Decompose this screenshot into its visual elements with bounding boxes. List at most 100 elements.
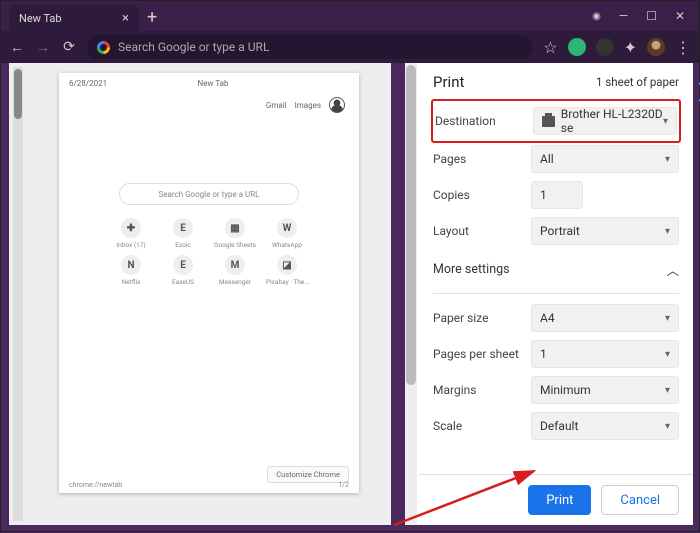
new-tab-button[interactable]: + — [147, 7, 157, 28]
pages-per-sheet-select[interactable]: 1 — [531, 340, 679, 368]
paper-size-label: Paper size — [433, 311, 531, 325]
shortcut-icon: W — [277, 218, 297, 238]
copies-input[interactable]: 1 — [531, 181, 583, 209]
divider — [433, 293, 679, 294]
pages-value: All — [540, 152, 554, 166]
main-area: 6/28/2021 New Tab Gmail Images Search Go… — [1, 63, 699, 531]
preview-footer-page: 1/2 — [338, 481, 349, 489]
shortcut-icon: E — [173, 218, 193, 238]
shortcut-label: Inbox (17) — [110, 241, 152, 249]
scale-value: Default — [540, 419, 578, 433]
extension-grammarly-icon[interactable] — [568, 38, 586, 56]
nav-forward-button: → — [35, 39, 51, 56]
shortcut-icon: N — [121, 255, 141, 275]
pages-per-sheet-label: Pages per sheet — [433, 347, 531, 361]
more-settings-toggle[interactable]: More settings ︿ — [433, 249, 679, 289]
layout-select[interactable]: Portrait — [531, 217, 679, 245]
browser-toolbar: ← → ⟳ Search Google or type a URL ☆ ✦ ⋮ — [1, 31, 699, 63]
preview-spacer — [319, 79, 349, 88]
margins-label: Margins — [433, 383, 531, 397]
preview-shortcut: EEaseUS — [162, 255, 204, 286]
destination-select[interactable]: Brother HL-L2320D se — [533, 107, 677, 135]
pages-select[interactable]: All — [531, 145, 679, 173]
shortcut-icon: ▦ — [225, 218, 245, 238]
window-controls: ◉ — ☐ ✕ — [592, 1, 699, 31]
copies-value: 1 — [540, 188, 547, 202]
preview-page: 6/28/2021 New Tab Gmail Images Search Go… — [59, 73, 359, 493]
shortcut-label: Google Sheets — [214, 241, 256, 249]
print-preview-pane: 6/28/2021 New Tab Gmail Images Search Go… — [9, 63, 391, 525]
shortcut-icon: ✚ — [121, 218, 141, 238]
omnibox-placeholder: Search Google or type a URL — [118, 40, 269, 54]
extension-dark-icon[interactable] — [596, 38, 614, 56]
scale-label: Scale — [433, 419, 531, 433]
print-dialog-footer: Print Cancel — [419, 474, 693, 525]
profile-avatar[interactable] — [647, 38, 665, 56]
window-minimize-button[interactable]: — — [619, 9, 628, 23]
shortcut-label: Netflix — [110, 278, 152, 286]
shortcut-label: Ezoic — [162, 241, 204, 249]
pages-label: Pages — [433, 152, 531, 166]
shortcut-icon: M — [225, 255, 245, 275]
print-panel-scrollbar-thumb[interactable] — [406, 65, 416, 385]
preview-shortcut: M Messenger — [214, 255, 256, 286]
print-panel-scrollbar[interactable] — [405, 63, 417, 525]
print-title: Print — [433, 73, 464, 91]
preview-images-link: Images — [295, 101, 321, 110]
shortcut-label: Pixabay · The... — [266, 278, 308, 286]
extensions-puzzle-icon[interactable]: ✦ — [624, 38, 637, 57]
more-settings-label: More settings — [433, 262, 510, 277]
annotation-destination-highlight: Destination Brother HL-L2320D se — [431, 99, 681, 143]
preview-date: 6/28/2021 — [69, 79, 107, 88]
record-indicator-icon: ◉ — [592, 11, 601, 22]
preview-page-title: New Tab — [198, 79, 229, 88]
preview-search-placeholder: Search Google or type a URL — [159, 190, 260, 199]
print-button[interactable]: Print — [528, 485, 591, 515]
print-dialog: Print 1 sheet of paper Destination Broth… — [405, 63, 693, 525]
margins-value: Minimum — [540, 383, 591, 397]
toolbar-extensions: ☆ ✦ ⋮ — [543, 38, 691, 57]
browser-tab[interactable]: New Tab × — [9, 5, 139, 31]
layout-label: Layout — [433, 224, 531, 238]
tab-title: New Tab — [19, 12, 62, 25]
preview-shortcuts-grid: ✚ Inbox (17) E Ezoic ▦ Google Sheets W WhatsApp… — [110, 218, 308, 286]
printer-icon — [542, 116, 555, 127]
window-titlebar: New Tab × + ◉ — ☐ ✕ — [1, 1, 699, 31]
paper-size-select[interactable]: A4 — [531, 304, 679, 332]
shortcut-label: EaseUS — [162, 278, 204, 286]
preview-gmail-link: Gmail — [266, 101, 287, 110]
nav-back-button[interactable]: ← — [9, 39, 25, 56]
google-icon — [97, 41, 110, 54]
preview-shortcut: ✚ Inbox (17) — [110, 218, 152, 249]
bookmark-star-icon[interactable]: ☆ — [543, 38, 557, 57]
print-button-label: Print — [546, 493, 573, 508]
pages-per-sheet-value: 1 — [540, 347, 547, 361]
preview-scrollbar[interactable] — [13, 67, 23, 521]
tab-close-icon[interactable]: × — [122, 11, 129, 26]
paper-size-value: A4 — [540, 311, 555, 325]
cancel-button[interactable]: Cancel — [601, 485, 679, 515]
preview-scrollbar-thumb[interactable] — [14, 69, 22, 119]
window-close-button[interactable]: ✕ — [675, 9, 685, 23]
preview-shortcut: N Netflix — [110, 255, 152, 286]
preview-shortcut: ◪ Pixabay · The... — [266, 255, 308, 286]
margins-select[interactable]: Minimum — [531, 376, 679, 404]
scale-select[interactable]: Default — [531, 412, 679, 440]
copies-label: Copies — [433, 188, 531, 202]
nav-reload-button[interactable]: ⟳ — [61, 39, 77, 55]
cancel-button-label: Cancel — [620, 493, 660, 508]
preview-shortcut: W WhatsApp — [266, 218, 308, 249]
preview-shortcut: E Ezoic — [162, 218, 204, 249]
shortcut-label: WhatsApp — [266, 241, 308, 249]
chrome-menu-button[interactable]: ⋮ — [675, 38, 691, 57]
window-maximize-button[interactable]: ☐ — [646, 9, 657, 23]
destination-label: Destination — [435, 114, 533, 128]
omnibox[interactable]: Search Google or type a URL — [87, 35, 533, 59]
preview-search-box: Search Google or type a URL — [119, 183, 299, 205]
shortcut-icon: ◪ — [277, 255, 297, 275]
more-settings-caret-icon: ︿ — [666, 260, 679, 279]
preview-shortcut: ▦ Google Sheets — [214, 218, 256, 249]
shortcut-label: Messenger — [214, 278, 256, 286]
preview-account-avatar — [329, 97, 345, 113]
print-sheet-count: 1 sheet of paper — [596, 75, 679, 89]
